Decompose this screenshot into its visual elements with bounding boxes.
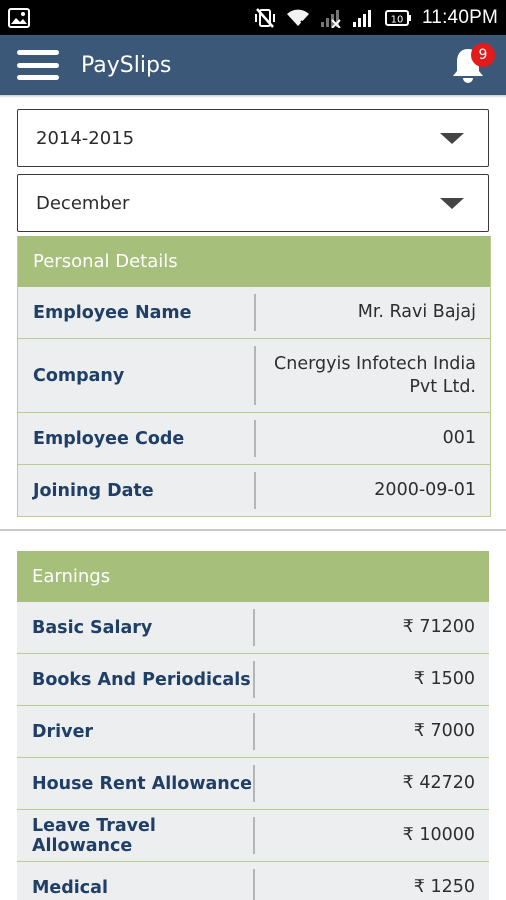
- employee-name-label: Employee Name: [33, 302, 192, 323]
- earning-label: Medical: [32, 877, 108, 898]
- gallery-notification-icon: [8, 7, 30, 28]
- earning-amount: ₹ 1250: [413, 877, 475, 897]
- status-time: 11:40PM: [421, 6, 498, 28]
- year-select[interactable]: 2014-2015: [17, 109, 489, 167]
- notifications-button[interactable]: 9: [450, 43, 495, 85]
- earnings-header: Earnings: [17, 551, 489, 602]
- notification-badge: 9: [471, 43, 495, 67]
- table-row: Joining Date 2000-09-01: [18, 465, 490, 517]
- app-bar: PaySlips 9: [0, 35, 506, 95]
- section-divider: [0, 529, 506, 531]
- earning-amount: ₹ 7000: [413, 721, 475, 741]
- earning-amount: ₹ 1500: [413, 669, 475, 689]
- battery-level: 10: [391, 14, 404, 25]
- table-row: Leave Travel Allowance ₹ 10000: [17, 810, 489, 862]
- triangle-down-icon: [440, 133, 464, 144]
- page-title: PaySlips: [81, 52, 172, 78]
- month-select-value: December: [36, 192, 130, 214]
- earnings-card: Earnings Basic Salary ₹ 71200 Books And …: [17, 551, 489, 900]
- table-row: Books And Periodicals ₹ 1500: [17, 654, 489, 706]
- signal-icon: [352, 8, 374, 28]
- joining-date-value: 2000-09-01: [374, 480, 476, 500]
- earning-label: Books And Periodicals: [32, 669, 251, 690]
- table-row: House Rent Allowance ₹ 42720: [17, 758, 489, 810]
- earning-label: Basic Salary: [32, 617, 153, 638]
- company-value: Cnergyis Infotech India Pvt Ltd.: [274, 353, 476, 397]
- earning-label: Leave Travel Allowance: [32, 815, 156, 856]
- app-bar-shadow: [0, 95, 506, 98]
- earning-label: Driver: [32, 721, 94, 742]
- table-row: Company Cnergyis Infotech India Pvt Ltd.: [18, 339, 490, 413]
- table-row: Employee Code 001: [18, 413, 490, 465]
- vibrate-off-icon: [254, 7, 276, 28]
- employee-code-value: 001: [442, 428, 476, 448]
- triangle-down-icon: [440, 198, 464, 209]
- employee-code-label: Employee Code: [33, 428, 185, 449]
- table-row: Driver ₹ 7000: [17, 706, 489, 758]
- personal-details-header: Personal Details: [18, 236, 490, 287]
- earning-amount: ₹ 71200: [402, 617, 475, 637]
- signal-weak-icon: [320, 8, 342, 28]
- table-row: Medical ₹ 1250: [17, 862, 489, 900]
- month-select[interactable]: December: [17, 174, 489, 232]
- employee-name-value: Mr. Ravi Bajaj: [357, 302, 476, 322]
- table-row: Employee Name Mr. Ravi Bajaj: [18, 287, 490, 339]
- earning-amount: ₹ 10000: [402, 825, 475, 845]
- company-label: Company: [33, 365, 125, 386]
- hamburger-menu-icon[interactable]: [17, 50, 59, 80]
- battery-icon: 10: [384, 8, 412, 28]
- table-row: Basic Salary ₹ 71200: [17, 602, 489, 654]
- year-select-value: 2014-2015: [36, 127, 135, 149]
- earning-amount: ₹ 42720: [402, 773, 475, 793]
- status-bar: 10 11:40PM: [0, 0, 506, 35]
- joining-date-label: Joining Date: [33, 480, 154, 501]
- earning-label: House Rent Allowance: [32, 773, 253, 794]
- wifi-icon: [286, 8, 310, 28]
- personal-details-card: Personal Details Employee Name Mr. Ravi …: [17, 236, 491, 517]
